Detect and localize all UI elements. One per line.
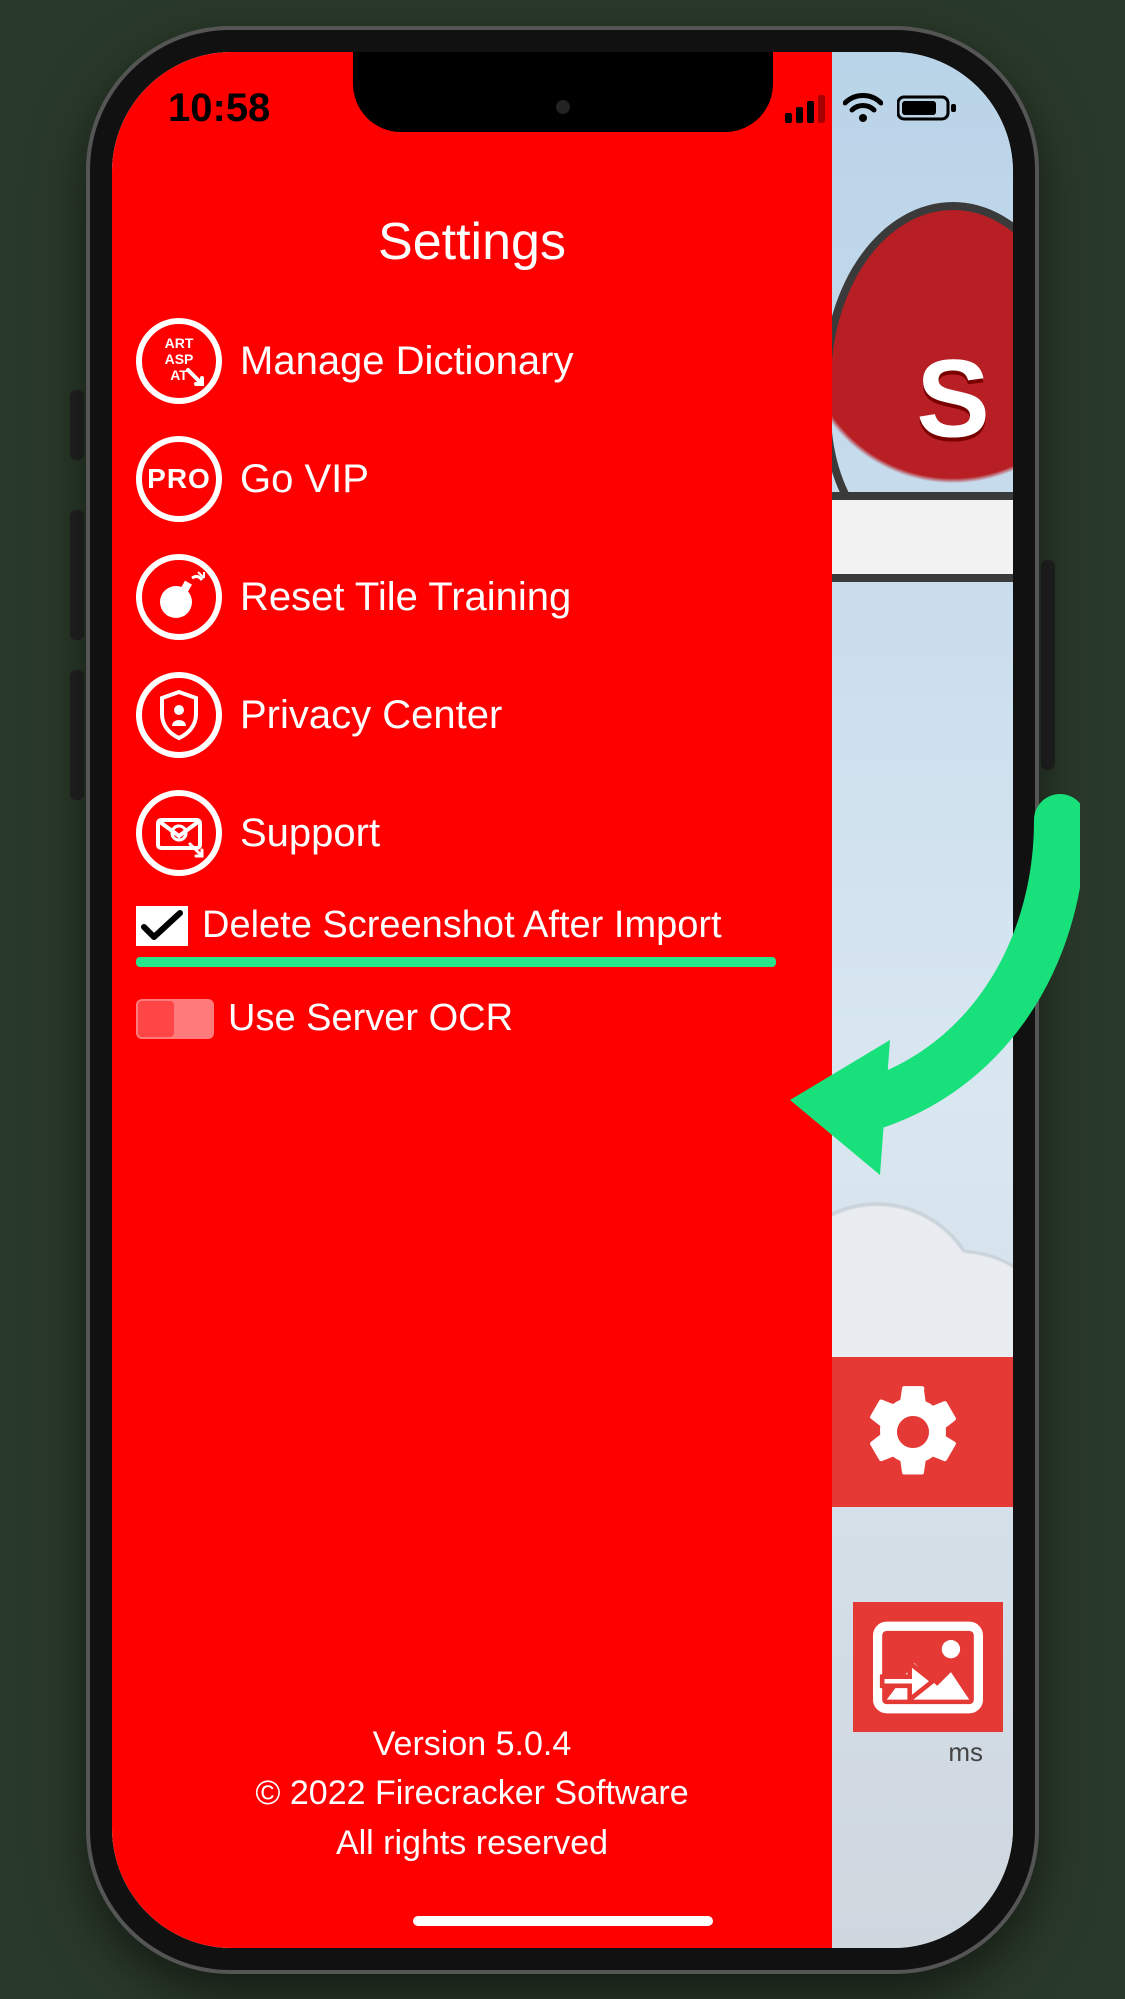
home-indicator[interactable] <box>413 1916 713 1926</box>
page-title: Settings <box>112 212 832 272</box>
gallery-tab-button[interactable] <box>843 1592 1013 1742</box>
menu-item-label: Reset Tile Training <box>240 575 571 620</box>
image-import-icon <box>873 1620 983 1715</box>
email-icon <box>152 806 206 860</box>
gear-icon <box>858 1377 968 1487</box>
wifi-icon <box>843 93 883 123</box>
gallery-caption: ms <box>948 1737 983 1768</box>
cellular-signal-icon <box>785 93 829 123</box>
option-delete-screenshot-after-import[interactable]: Delete Screenshot After Import <box>112 892 832 953</box>
option-use-server-ocr[interactable]: Use Server OCR <box>112 985 832 1052</box>
checkbox-checked-icon <box>136 906 188 946</box>
menu-item-label: Go VIP <box>240 457 369 502</box>
bomb-icon <box>152 570 206 624</box>
settings-tab-button[interactable] <box>813 1357 1013 1507</box>
phone-frame: S <box>90 30 1035 1970</box>
status-bar: 10:58 <box>112 78 1013 138</box>
menu-item-label: Privacy Center <box>240 693 502 738</box>
pro-badge-icon: PRO <box>147 463 211 495</box>
background-logo-letter: S <box>916 336 989 463</box>
phone-volume-up <box>70 510 84 640</box>
highlight-underline-annotation <box>136 957 776 967</box>
rights-text: All rights reserved <box>112 1819 832 1868</box>
menu-item-label: Support <box>240 811 380 856</box>
footer: Version 5.0.4 © 2022 Firecracker Softwar… <box>112 1720 832 1868</box>
shield-icon <box>152 688 206 742</box>
menu-item-label: Manage Dictionary <box>240 339 574 384</box>
status-time: 10:58 <box>168 86 270 131</box>
battery-icon <box>897 93 957 123</box>
menu-item-privacy-center[interactable]: Privacy Center <box>112 656 832 774</box>
settings-panel: Settings ART ASP AT Manage Dictionary <box>112 52 832 1948</box>
screen: S <box>112 52 1013 1948</box>
option-label: Delete Screenshot After Import <box>202 904 722 947</box>
phone-volume-down <box>70 670 84 800</box>
menu-item-reset-tile-training[interactable]: Reset Tile Training <box>112 538 832 656</box>
phone-silence-switch <box>70 390 84 460</box>
toggle-off-icon <box>136 999 214 1039</box>
menu-item-manage-dictionary[interactable]: ART ASP AT Manage Dictionary <box>112 302 832 420</box>
copyright-text: © 2022 Firecracker Software <box>112 1769 832 1818</box>
phone-power-button <box>1041 560 1055 770</box>
svg-text:AT: AT <box>170 367 188 383</box>
version-text: Version 5.0.4 <box>112 1720 832 1769</box>
menu-item-go-vip[interactable]: PRO Go VIP <box>112 420 832 538</box>
menu-item-support[interactable]: Support <box>112 774 832 892</box>
svg-text:ASP: ASP <box>165 351 194 367</box>
option-label: Use Server OCR <box>228 997 513 1040</box>
svg-text:ART: ART <box>165 335 194 351</box>
dictionary-icon: ART ASP AT <box>152 334 206 388</box>
